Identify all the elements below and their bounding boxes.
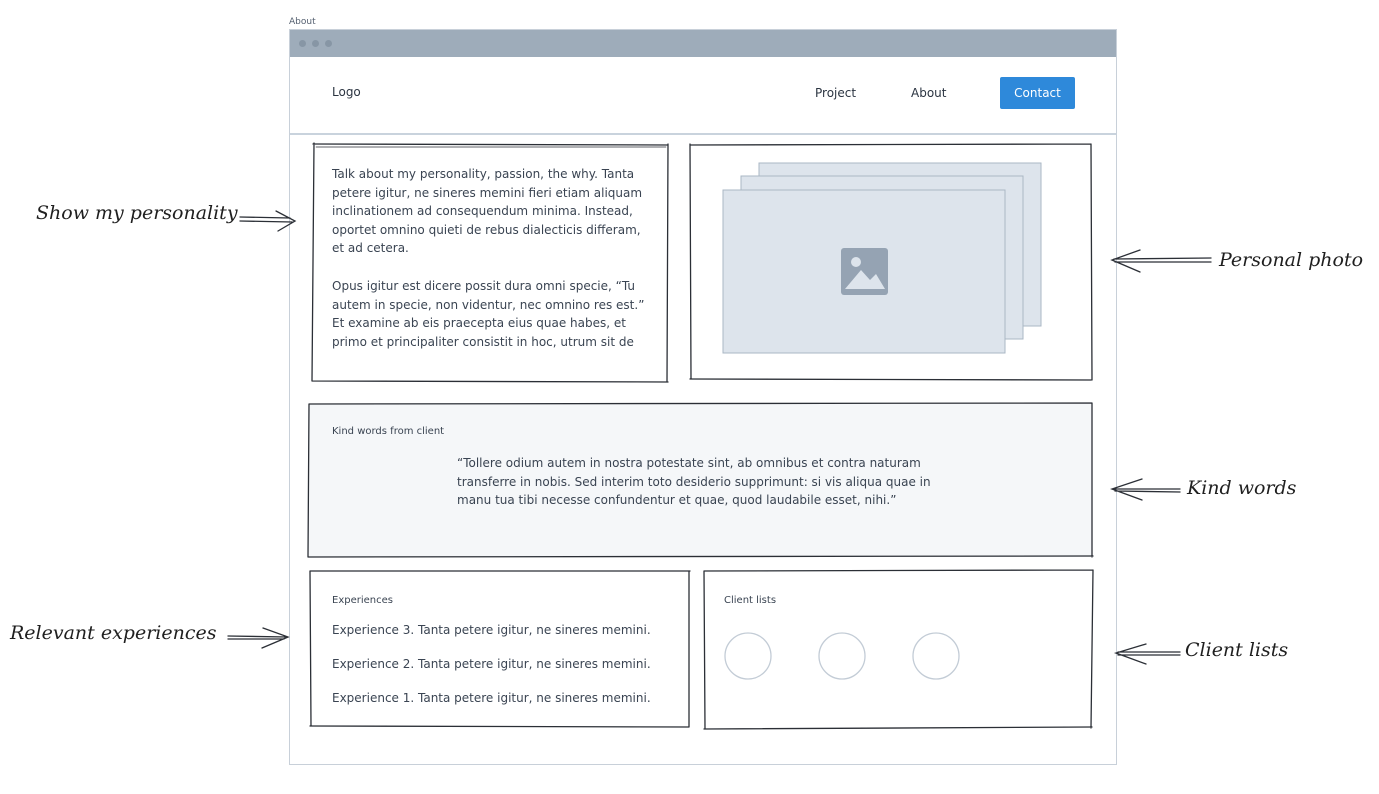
- annotation-relevant-experiences: Relevant experiences: [10, 622, 217, 644]
- kind-words-label: Kind words from client: [332, 426, 445, 437]
- personality-paragraph-2: Opus igitur est dicere possit dura omni …: [332, 279, 645, 349]
- client-card-border: [703, 569, 1094, 730]
- client-lists-label: Client lists: [724, 595, 777, 606]
- experience-item: Experience 2. Tanta petere igitur, ne si…: [332, 657, 651, 671]
- image-placeholder-icon: [841, 248, 888, 295]
- annotation-client-lists: Client lists: [1185, 639, 1289, 661]
- annotation-show-personality: Show my personality: [36, 202, 238, 224]
- arrow-relevant-experiences: [227, 627, 290, 649]
- kind-words-quote: “Tollere odium autem in nostra potestate…: [457, 456, 931, 507]
- experience-item: Experience 3. Tanta petere igitur, ne si…: [332, 623, 651, 637]
- arrow-kind-words: [1110, 478, 1181, 501]
- sketch-overlay: [227, 142, 1212, 730]
- client-logo-circle: [818, 632, 866, 680]
- arrow-show-personality: [239, 210, 297, 232]
- annotation-personal-photo: Personal photo: [1219, 249, 1364, 271]
- arrow-client-lists: [1113, 643, 1181, 665]
- client-logo-circle: [912, 632, 960, 680]
- personality-paragraph-1: Talk about my personality, passion, the …: [332, 167, 643, 255]
- arrow-personal-photo: [1110, 249, 1212, 273]
- client-logo-circle: [724, 632, 772, 680]
- experiences-label: Experiences: [332, 595, 393, 606]
- annotation-kind-words: Kind words: [1187, 477, 1297, 499]
- experience-item: Experience 1. Tanta petere igitur, ne si…: [332, 691, 651, 705]
